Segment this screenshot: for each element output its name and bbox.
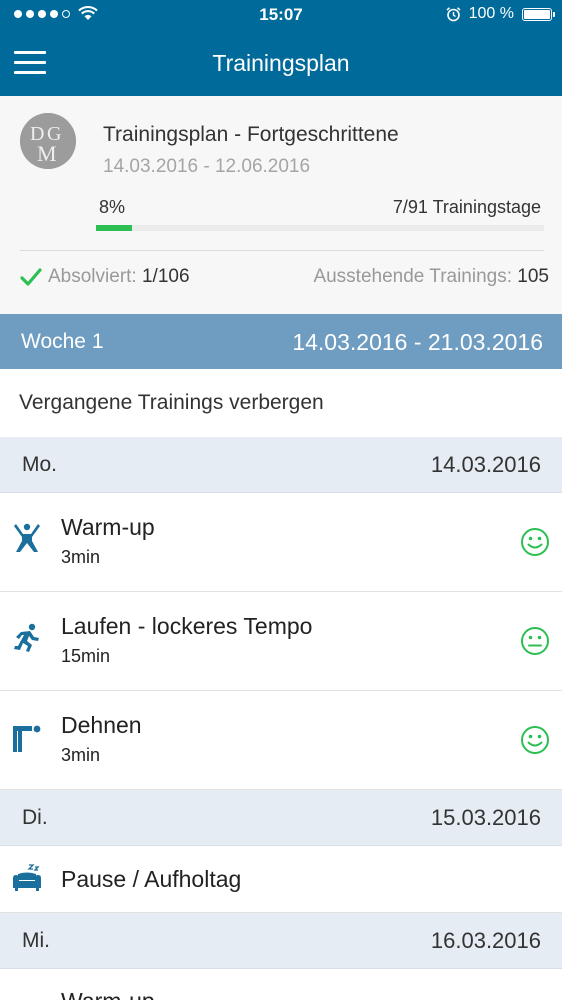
training-days-count: 7/91 Trainingstage [392,197,541,217]
training-item-stretching[interactable]: Dehnen 3min [0,691,562,790]
training-title: Dehnen [61,712,142,738]
day-header-wednesday: Mi. 16.03.2016 [0,913,562,969]
checkmark-icon [20,268,42,286]
training-item-warmup[interactable]: Warm-up [0,969,562,1000]
status-right: 100 % [446,5,555,23]
training-duration: 3min [61,547,101,567]
day-date: 16.03.2016 [430,928,541,953]
happy-face-icon[interactable] [520,527,550,557]
training-item-rest[interactable]: Pause / Aufholtag [0,846,562,913]
week-label: Woche 1 [21,330,104,353]
training-title: Warm-up [61,988,155,1000]
completed-label: Absolviert: [48,266,137,287]
training-title: Warm-up [61,514,155,540]
week-range: 14.03.2016 - 21.03.2016 [292,329,543,355]
dgm-logo-icon: D G M [20,113,76,169]
training-item-running[interactable]: Laufen - lockeres Tempo 15min [0,592,562,691]
plan-summary: D G M Trainingsplan - Fortgeschrittene 1… [0,96,562,314]
completed-count: Absolviert: 1/106 [20,266,190,288]
hide-past-trainings-toggle[interactable]: Vergangene Trainings verbergen [0,369,562,438]
day-label: Mo. [22,453,58,476]
warmup-icon [14,523,40,552]
neutral-face-icon[interactable] [520,626,550,656]
pending-label: Ausstehende Trainings: [313,266,513,287]
alarm-icon [446,6,461,21]
hide-past-label: Vergangene Trainings verbergen [19,391,324,414]
week-header[interactable]: Woche 1 14.03.2016 - 21.03.2016 [0,314,562,369]
day-header-tuesday: Di. 15.03.2016 [0,790,562,846]
training-title: Laufen - lockeres Tempo [61,613,313,639]
training-duration: 15min [61,646,111,666]
training-item-warmup[interactable]: Warm-up 3min [0,493,562,592]
battery-icon [522,7,555,21]
day-label: Di. [22,806,48,829]
svg-text:M: M [37,141,57,166]
completed-value: 1/106 [141,266,190,287]
plan-title: Trainingsplan - Fortgeschrittene [103,123,399,146]
progress-bar-fill [96,225,132,231]
stretching-icon [13,725,41,752]
battery-percent: 100 % [468,5,514,22]
progress-bar [96,225,544,231]
happy-face-icon[interactable] [520,725,550,755]
pending-value: 105 [517,266,549,287]
plan-dates: 14.03.2016 - 12.06.2016 [103,156,311,177]
day-label: Mi. [22,929,50,952]
training-duration: 3min [61,745,101,765]
progress-percent: 8% [99,197,126,217]
day-header-monday: Mo. 14.03.2016 [0,437,562,493]
pending-count: Ausstehende Trainings: 105 [313,266,549,288]
training-title: Pause / Aufholtag [61,866,242,892]
day-date: 15.03.2016 [430,805,541,830]
running-icon [14,623,39,652]
rest-icon [13,864,41,891]
divider [20,250,544,251]
day-date: 14.03.2016 [430,452,541,477]
page-title: Trainingsplan [212,50,350,76]
plan-logo: D G M [20,113,76,169]
top-bar: 15:07 100 % Trainingsplan [0,0,562,96]
